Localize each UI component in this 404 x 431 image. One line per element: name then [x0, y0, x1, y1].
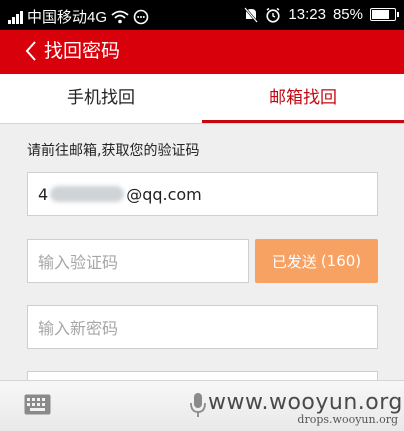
keyboard-toolbar: www.wooyun.org drops.wooyun.org [0, 380, 404, 431]
battery-fill [372, 10, 389, 19]
page-title: 找回密码 [44, 40, 121, 62]
battery-percent: 85% [332, 6, 363, 23]
instruction-text: 请前往邮箱,获取您的验证码 [27, 143, 200, 159]
code-placeholder: 输入验证码 [38, 253, 119, 272]
divider [0, 123, 404, 124]
tab-phone-recovery[interactable]: 手机找回 [0, 74, 202, 123]
new-password-input[interactable]: 输入新密码 [27, 305, 378, 349]
email-suffix: @qq.com [126, 184, 202, 204]
app-header: 找回密码 [0, 30, 404, 74]
battery-icon [370, 8, 399, 21]
wifi-icon [111, 10, 129, 23]
email-field[interactable]: 4 @qq.com [27, 172, 378, 216]
send-countdown: (160) [320, 252, 362, 270]
send-button-label: 已发送 [271, 252, 317, 271]
email-prefix: 4 [38, 184, 49, 204]
status-bar: 中国移动4G 13:23 85% [0, 0, 404, 30]
status-right: 13:23 85% [244, 6, 399, 23]
tab-email-recovery[interactable]: 邮箱找回 [202, 74, 404, 123]
tab-label: 邮箱找回 [269, 88, 337, 108]
redacted-email-blur [50, 186, 125, 202]
tab-label: 手机找回 [67, 88, 135, 108]
alarm-icon [266, 7, 281, 23]
verification-code-input[interactable]: 输入验证码 [27, 239, 249, 283]
chevron-left-icon [25, 41, 36, 61]
status-left: 中国移动4G [8, 6, 149, 27]
new-password-placeholder: 输入新密码 [38, 319, 119, 338]
microphone-icon[interactable] [190, 392, 206, 418]
mute-icon [244, 6, 259, 23]
watermark-small: drops.wooyun.org [297, 413, 398, 426]
carrier-label: 中国移动4G [27, 9, 108, 26]
keyboard-icon[interactable] [24, 394, 51, 415]
signal-icon [8, 10, 23, 24]
send-code-button[interactable]: 已发送 (160) [255, 239, 378, 283]
back-button[interactable]: 找回密码 [22, 36, 120, 66]
chat-bubble-icon [133, 9, 149, 24]
watermark: www.wooyun.org [208, 390, 403, 415]
clock-time: 13:23 [288, 6, 326, 23]
tab-bar: 手机找回 邮箱找回 [0, 74, 404, 123]
